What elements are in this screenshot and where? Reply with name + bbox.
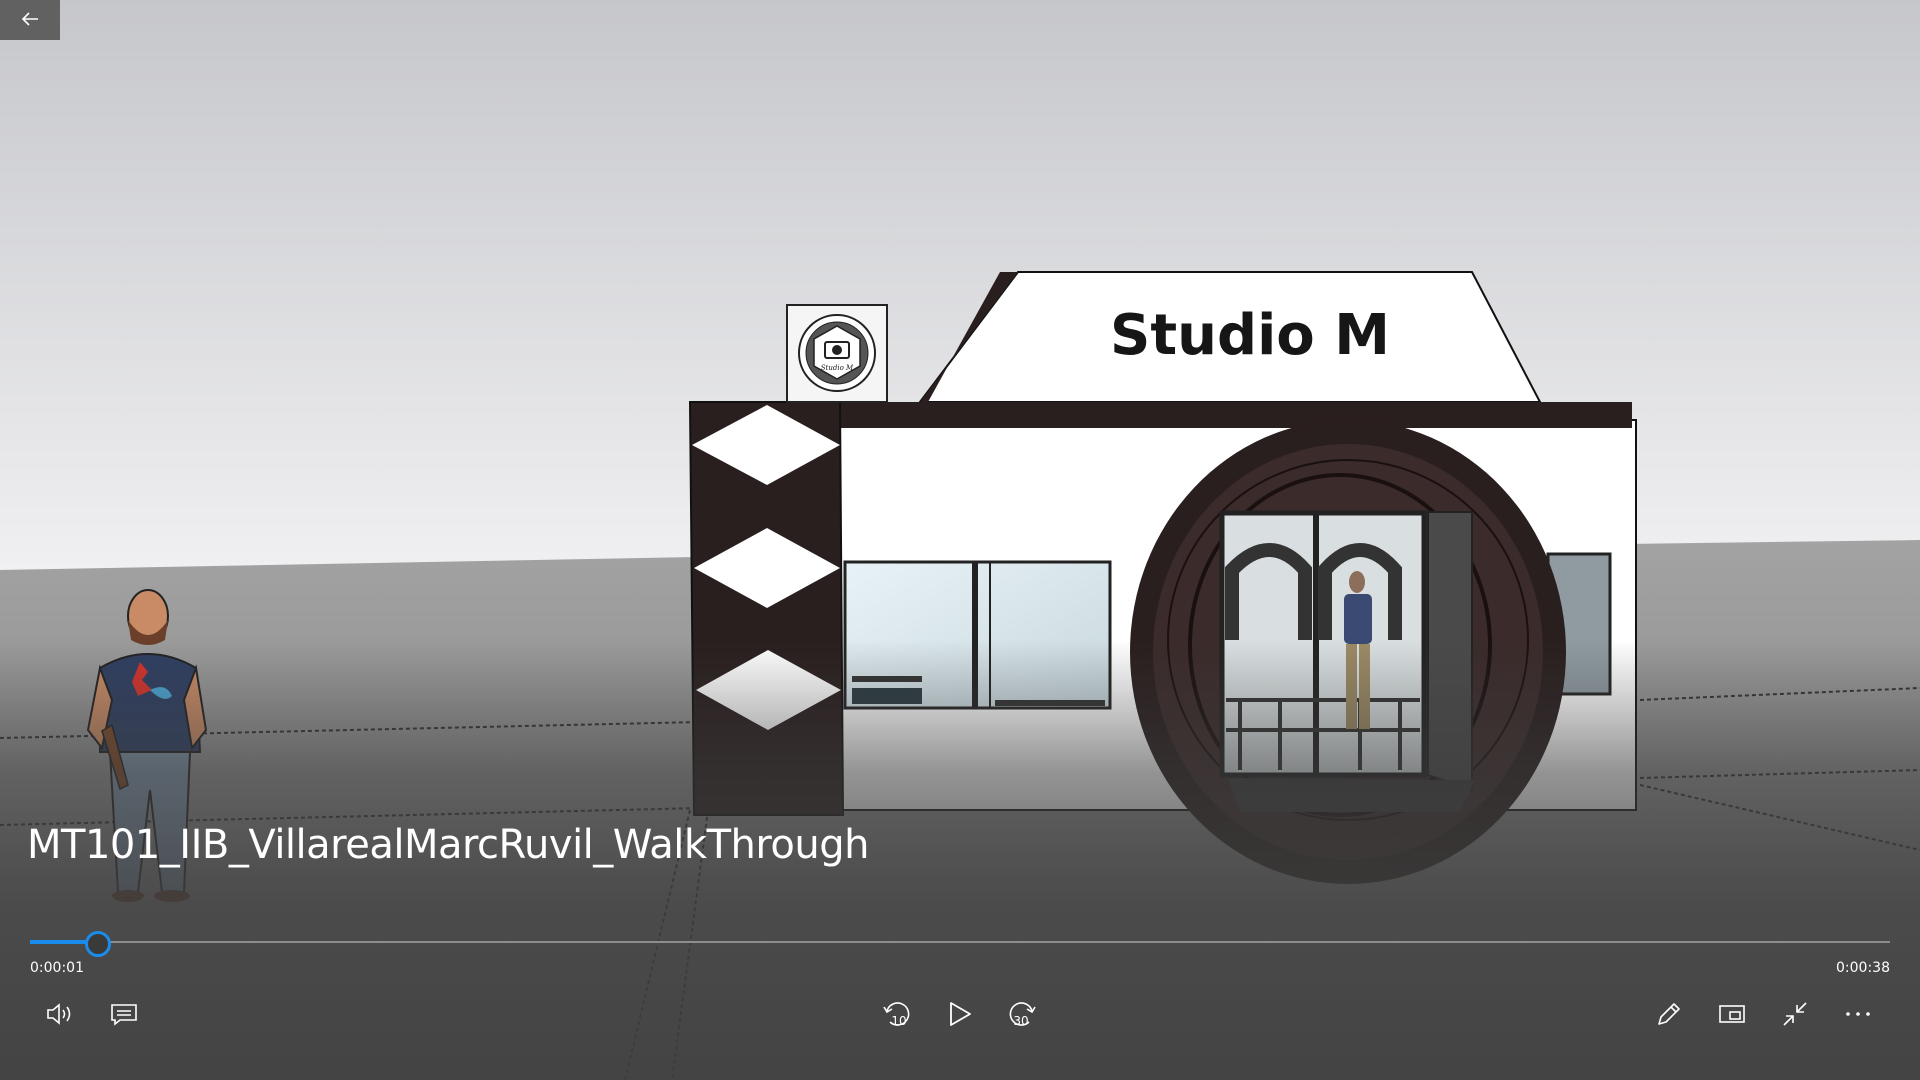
volume-button[interactable] <box>38 992 82 1036</box>
seek-track <box>30 941 1890 943</box>
current-time: 0:00:01 <box>30 960 84 976</box>
edit-button[interactable] <box>1647 992 1691 1036</box>
logo-text: Studio M <box>821 364 854 372</box>
captions-icon <box>110 1002 138 1026</box>
exit-fullscreen-button[interactable] <box>1773 992 1817 1036</box>
pen-icon <box>1655 1000 1683 1028</box>
duration: 0:00:38 <box>1836 960 1890 976</box>
play-button[interactable] <box>938 992 982 1036</box>
more-icon <box>1844 1010 1872 1018</box>
captions-button[interactable] <box>102 992 146 1036</box>
mini-view-button[interactable] <box>1710 992 1754 1036</box>
seek-thumb[interactable] <box>84 931 111 957</box>
back-arrow-icon <box>21 11 39 30</box>
mini-view-icon <box>1718 1002 1746 1026</box>
video-scene: Studio M Studio M <box>0 0 1920 1080</box>
video-title: MT101_IIB_VillarealMarcRuvil_WalkThrough <box>27 822 870 868</box>
skip-back-10-icon: 10 <box>881 998 913 1030</box>
skip-forward-30-icon: 30 <box>1006 998 1038 1030</box>
video-frame[interactable]: Studio M Studio M <box>0 0 1920 1080</box>
skip-back-label: 10 <box>891 1014 906 1028</box>
more-options-button[interactable] <box>1836 992 1880 1036</box>
back-button[interactable] <box>0 0 60 40</box>
skip-back-button[interactable]: 10 <box>875 992 919 1036</box>
exit-fullscreen-icon <box>1781 1000 1809 1028</box>
play-icon <box>947 1000 973 1028</box>
seek-bar[interactable] <box>30 931 1890 957</box>
skip-forward-button[interactable]: 30 <box>1000 992 1044 1036</box>
sign-text: Studio M <box>1110 303 1390 368</box>
volume-icon <box>45 1002 75 1026</box>
skip-forward-label: 30 <box>1013 1014 1028 1028</box>
